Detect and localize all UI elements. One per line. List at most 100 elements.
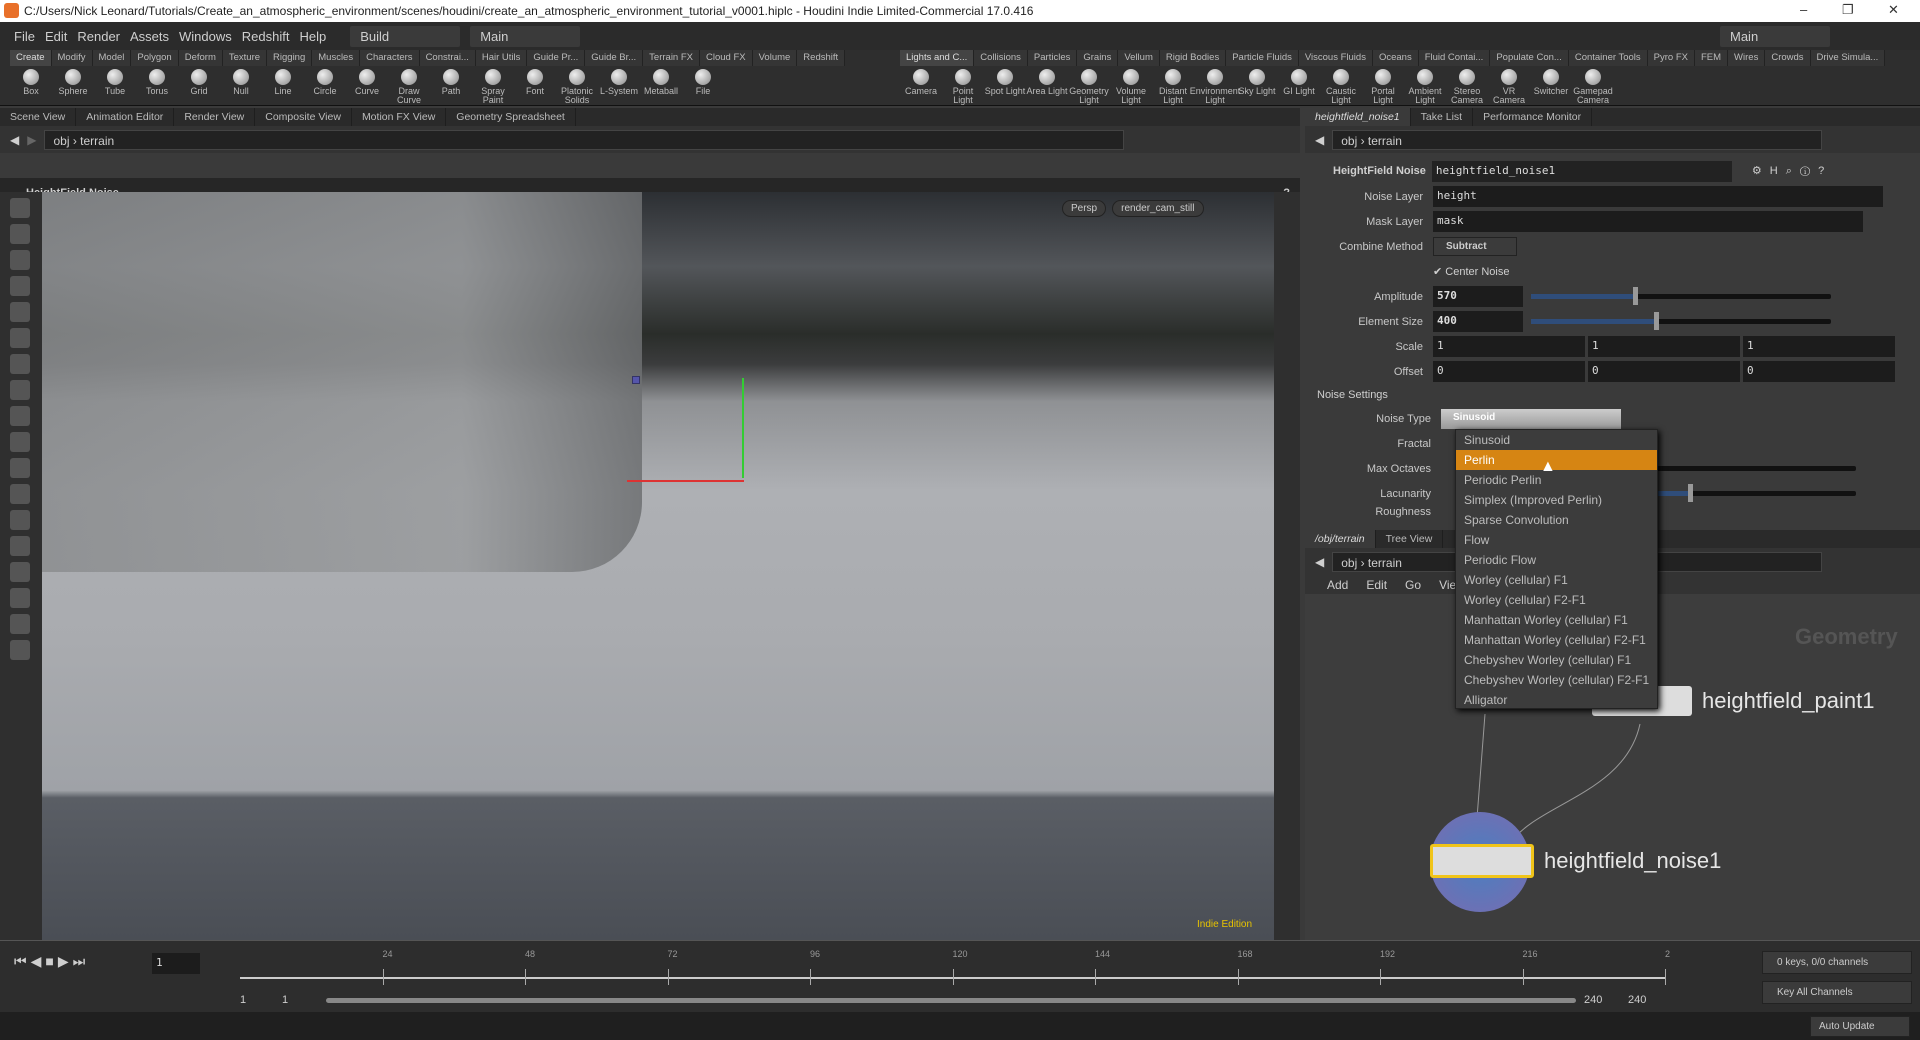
tool-spray-paint[interactable]: Spray Paint (472, 66, 514, 106)
noise-type-option-flow[interactable]: Flow (1456, 530, 1657, 550)
shelf-tab-wires[interactable]: Wires (1728, 50, 1766, 66)
noise-type-option-periodic-flow[interactable]: Periodic Flow (1456, 550, 1657, 570)
noise-settings-folder[interactable]: Noise Settings (1305, 384, 1920, 406)
viewport-tool-icon[interactable] (10, 458, 30, 478)
shelf-tab-grains[interactable]: Grains (1077, 50, 1119, 66)
path-terrain[interactable]: terrain (1368, 134, 1402, 148)
noise-layer-field[interactable]: height (1433, 186, 1883, 207)
viewport-tool-icon[interactable] (10, 640, 30, 660)
range-slider[interactable] (326, 998, 1576, 1003)
menu-assets[interactable]: Assets (130, 29, 169, 44)
tab-take-list[interactable]: Take List (1411, 108, 1474, 126)
menu-file[interactable]: File (14, 29, 35, 44)
viewport-tool-icon[interactable] (10, 588, 30, 608)
viewport-tool-icon[interactable] (10, 562, 30, 582)
shelf-tab-lights-and-c[interactable]: Lights and C... (900, 50, 975, 66)
shelf-tab-drive-simula[interactable]: Drive Simula... (1810, 50, 1886, 66)
shelf-tab-characters[interactable]: Characters (360, 50, 420, 66)
scale-x-field[interactable]: 1 (1433, 336, 1585, 357)
runstate-selector[interactable]: Main (470, 25, 581, 47)
tool-path[interactable]: Path (430, 66, 472, 106)
tool-draw-curve[interactable]: Draw Curve (388, 66, 430, 106)
back-icon[interactable]: ◀ (1315, 555, 1324, 569)
viewport-tool-icon[interactable] (10, 432, 30, 452)
element-size-slider[interactable] (1531, 312, 1831, 330)
shelf-tab-fem[interactable]: FEM (1694, 50, 1729, 66)
shelf-tab-guide-pr[interactable]: Guide Pr... (527, 50, 586, 66)
shelf-tab-populate-con[interactable]: Populate Con... (1490, 50, 1569, 66)
shelf-tab-collisions[interactable]: Collisions (974, 50, 1028, 66)
handle-icon[interactable] (632, 376, 640, 384)
tool-point-light[interactable]: Point Light (942, 66, 984, 106)
tool-gi-light[interactable]: GI Light (1278, 66, 1320, 106)
right-desktop-selector[interactable]: Main (1720, 25, 1830, 47)
auto-update-button[interactable]: Auto Update (1810, 1016, 1910, 1037)
node-name-field[interactable]: heightfield_noise1 (1431, 160, 1732, 182)
tab-performance-monitor[interactable]: Performance Monitor (1473, 108, 1593, 126)
jump-start-icon[interactable]: ⏮ (14, 953, 27, 970)
shelf-tab-rigid-bodies[interactable]: Rigid Bodies (1159, 50, 1227, 66)
viewport-tool-icon[interactable] (10, 276, 30, 296)
tool-spot-light[interactable]: Spot Light (984, 66, 1026, 106)
shelf-tab-crowds[interactable]: Crowds (1765, 50, 1811, 66)
start-frame[interactable]: 1 (240, 994, 246, 1006)
viewport-tool-icon[interactable] (10, 250, 30, 270)
tab-motion-fx-view[interactable]: Motion FX View (352, 108, 447, 126)
combine-method-select[interactable]: Subtract (1433, 237, 1517, 256)
noise-type-option-chebyshev-worley-cellular-f1[interactable]: Chebyshev Worley (cellular) F1 (1456, 650, 1657, 670)
lacunarity-slider[interactable] (1646, 484, 1856, 502)
tab-composite-view[interactable]: Composite View (255, 108, 352, 126)
noise-type-select[interactable]: Sinusoid (1441, 408, 1621, 429)
menu-edit[interactable]: Edit (45, 29, 67, 44)
shelf-tab-deform[interactable]: Deform (178, 50, 223, 66)
node-heightfield-noise1[interactable]: heightfield_noise1 (1430, 844, 1721, 878)
key-all-channels-button[interactable]: Key All Channels (1762, 981, 1912, 1004)
viewport-tool-icon[interactable] (10, 302, 30, 322)
tool-line[interactable]: Line (262, 66, 304, 106)
tool-sky-light[interactable]: Sky Light (1236, 66, 1278, 106)
menu-redshift[interactable]: Redshift (242, 29, 290, 44)
network-menu-edit[interactable]: Edit (1366, 578, 1387, 592)
tool-metaball[interactable]: Metaball (640, 66, 682, 106)
element-size-field[interactable]: 400 (1433, 311, 1523, 332)
tab-animation-editor[interactable]: Animation Editor (76, 108, 175, 126)
shelf-tab-terrain-fx[interactable]: Terrain FX (643, 50, 700, 66)
noise-type-option-manhattan-worley-cellular-f2-f1[interactable]: Manhattan Worley (cellular) F2-F1 (1456, 630, 1657, 650)
tool-portal-light[interactable]: Portal Light (1362, 66, 1404, 106)
menu-render[interactable]: Render (77, 29, 120, 44)
keys-channels-button[interactable]: 0 keys, 0/0 channels (1762, 951, 1912, 974)
shelf-tab-create[interactable]: Create (10, 50, 52, 66)
viewport-tool-icon[interactable] (10, 198, 30, 218)
noise-type-option-manhattan-worley-cellular-f1[interactable]: Manhattan Worley (cellular) F1 (1456, 610, 1657, 630)
tab-geometry-spreadsheet[interactable]: Geometry Spreadsheet (446, 108, 576, 126)
tool-area-light[interactable]: Area Light (1026, 66, 1068, 106)
viewport-tool-icon[interactable] (10, 354, 30, 374)
tool-platonic-solids[interactable]: Platonic Solids (556, 66, 598, 106)
tool-box[interactable]: Box (10, 66, 52, 106)
shelf-tab-constrai[interactable]: Constrai... (419, 50, 476, 66)
noise-type-option-simplex-improved-perlin[interactable]: Simplex (Improved Perlin) (1456, 490, 1657, 510)
tool-switcher[interactable]: Switcher (1530, 66, 1572, 106)
forward-icon[interactable]: ▶ (27, 133, 36, 147)
tool-null[interactable]: Null (220, 66, 262, 106)
tool-sphere[interactable]: Sphere (52, 66, 94, 106)
shelf-tab-texture[interactable]: Texture (222, 50, 268, 66)
tab-obj-terrain[interactable]: /obj/terrain (1305, 530, 1376, 548)
header-icons[interactable]: ⚙H⌕ⓘ? (1752, 164, 1832, 178)
tool-gamepad-camera[interactable]: Gamepad Camera (1572, 66, 1614, 106)
viewport-tool-icon[interactable] (10, 224, 30, 244)
offset-z-field[interactable]: 0 (1743, 361, 1895, 382)
tool-environment-light[interactable]: Environment Light (1190, 66, 1240, 106)
shelf-tab-particle-fluids[interactable]: Particle Fluids (1226, 50, 1299, 66)
tool-tube[interactable]: Tube (94, 66, 136, 106)
back-icon[interactable]: ◀ (10, 133, 19, 147)
shelf-tab-viscous-fluids[interactable]: Viscous Fluids (1298, 50, 1373, 66)
noise-type-option-periodic-perlin[interactable]: Periodic Perlin (1456, 470, 1657, 490)
path-terrain[interactable]: terrain (80, 134, 114, 148)
amplitude-slider[interactable] (1531, 287, 1831, 305)
shelf-tab-modify[interactable]: Modify (51, 50, 93, 66)
tool-vr-camera[interactable]: VR Camera (1488, 66, 1530, 106)
shelf-tab-oceans[interactable]: Oceans (1372, 50, 1419, 66)
jump-end-icon[interactable]: ⏭ (73, 953, 86, 970)
viewport-tool-icon[interactable] (10, 380, 30, 400)
